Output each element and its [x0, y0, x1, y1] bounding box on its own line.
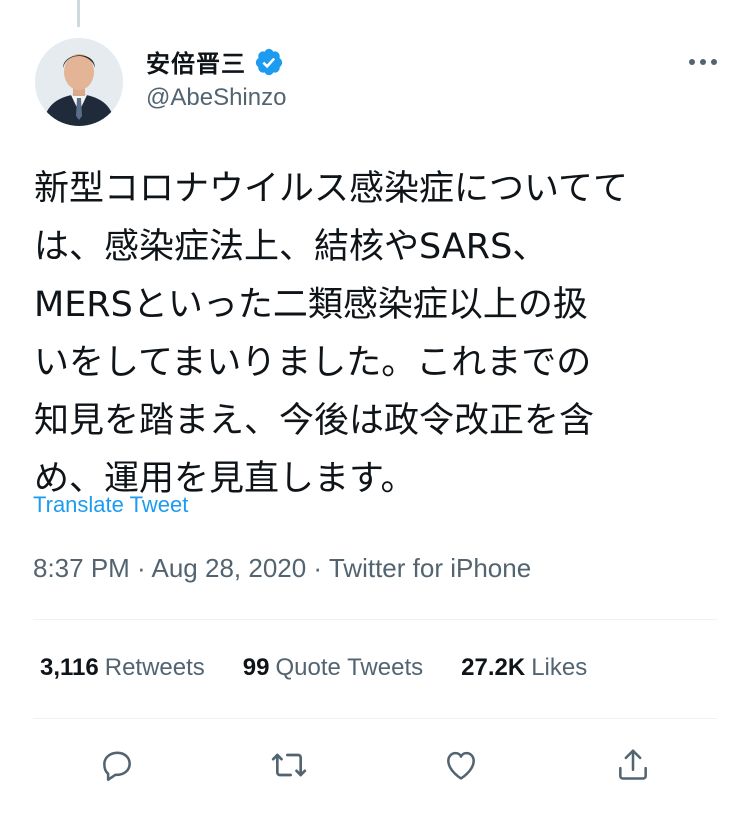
likes-label: Likes — [531, 654, 588, 681]
tweet-actions — [0, 745, 750, 785]
verified-badge-icon — [254, 47, 284, 77]
translate-tweet-link[interactable]: Translate Tweet — [33, 492, 188, 518]
tweet-source[interactable]: Twitter for iPhone — [329, 553, 531, 583]
thread-connector — [77, 0, 80, 27]
tweet-text-line: 知見を踏まえ、今後は政令改正を含 — [34, 401, 595, 441]
author-display-name[interactable]: 安倍晋三 — [146, 44, 246, 79]
tweet-meta: 8:37 PM · Aug 28, 2020 · Twitter for iPh… — [33, 553, 531, 584]
avatar[interactable] — [35, 38, 123, 126]
share-icon[interactable] — [613, 745, 653, 785]
quote-tweets-label: Quote Tweets — [275, 654, 424, 681]
tweet-date[interactable]: Aug 28, 2020 — [152, 553, 307, 583]
divider — [33, 619, 717, 620]
author-handle[interactable]: @AbeShinzo — [146, 84, 286, 112]
quote-tweets-stat[interactable]: 99 Quote Tweets — [243, 654, 423, 682]
retweet-icon[interactable] — [269, 745, 309, 785]
meta-separator: · — [306, 553, 329, 583]
likes-count: 27.2K — [461, 654, 526, 681]
likes-stat[interactable]: 27.2K Likes — [461, 654, 587, 682]
author-name-row: 安倍晋三 — [146, 44, 284, 79]
quote-tweets-count: 99 — [242, 654, 270, 681]
more-icon[interactable] — [683, 50, 723, 74]
tweet-text-line: いをしてまいりました。これまでの — [34, 343, 592, 383]
retweets-count: 3,116 — [40, 654, 99, 681]
heart-icon[interactable] — [441, 745, 481, 785]
retweets-stat[interactable]: 3,116 Retweets — [40, 654, 205, 682]
reply-icon[interactable] — [97, 745, 137, 785]
meta-separator: · — [129, 553, 152, 583]
retweets-label: Retweets — [104, 654, 205, 681]
divider — [33, 718, 717, 719]
tweet-text-line: 新型コロナウイルス感染症についてて は、感染症法上、結核やSARS、 — [34, 169, 628, 267]
tweet-text: 新型コロナウイルス感染症についてて は、感染症法上、結核やSARS、 MERSとい… — [34, 160, 724, 508]
tweet-time[interactable]: 8:37 PM — [33, 553, 130, 583]
engagement-stats: 3,116 Retweets 99 Quote Tweets 27.2K Likes — [40, 654, 587, 682]
tweet-text-line: MERSといった二類感染症以上の扱 — [34, 285, 588, 325]
avatar-image — [35, 38, 123, 126]
